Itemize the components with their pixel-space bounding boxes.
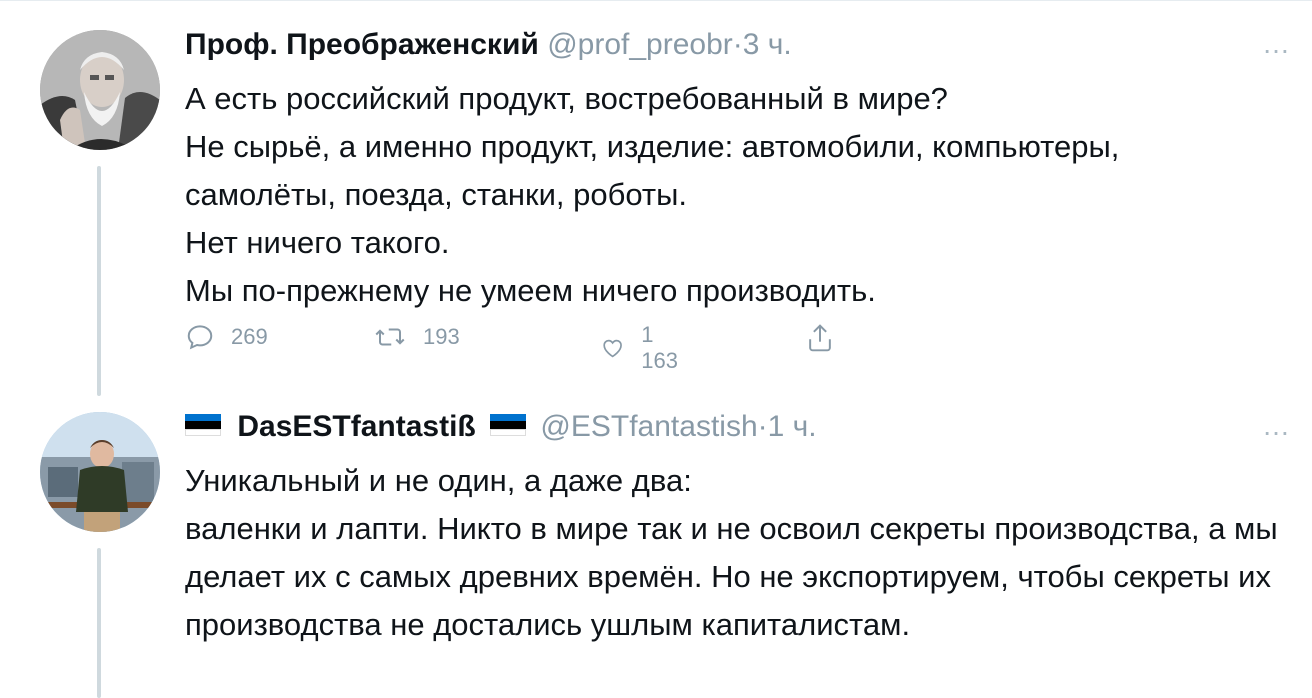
reply-button[interactable]: 269 (185, 322, 268, 352)
tweet-text: А есть российский продукт, востребованны… (185, 75, 1265, 315)
reply-count: 269 (231, 324, 268, 349)
estonian-flag-icon (490, 414, 527, 437)
thread-connector (97, 166, 101, 396)
timestamp[interactable]: 3 ч. (743, 28, 792, 61)
tweet-line: Нет ничего такого. (185, 225, 450, 260)
estonian-flag-icon (185, 414, 221, 437)
more-options-icon[interactable]: … (1262, 30, 1291, 58)
timestamp[interactable]: 1 ч. (768, 410, 817, 443)
like-count: 1 163 (641, 322, 678, 373)
retweet-count: 193 (423, 324, 460, 349)
separator: · (732, 28, 743, 61)
top-divider (0, 0, 1312, 1)
share-button[interactable] (805, 322, 851, 354)
author-name[interactable]: Проф. Преображенский (185, 28, 539, 61)
tweet-header: Проф. Преображенский @prof_preobr·3 ч. (185, 27, 792, 63)
tweet-header: DasESTfantastiß @ESTfantastish·1 ч. (185, 409, 817, 445)
tweet-line: валенки и лапти. Никто в мире так и не о… (185, 511, 1278, 642)
tweet-text: Уникальный и не один, а даже два: валенк… (185, 457, 1295, 649)
tweet-line: Уникальный и не один, а даже два: (185, 463, 692, 498)
retweet-icon (375, 328, 405, 346)
tweet-line: Мы по-прежнему не умеем ничего производи… (185, 273, 876, 308)
author-handle[interactable]: @prof_preobr (547, 28, 733, 61)
tweet-line: Не сырьё, а именно продукт, изделие: авт… (185, 129, 1120, 212)
like-button[interactable]: 1 163 (600, 322, 685, 374)
author-name[interactable]: DasESTfantastiß (237, 410, 475, 443)
share-icon (809, 324, 831, 352)
tweet-line: А есть российский продукт, востребованны… (185, 81, 948, 116)
thread-connector (97, 548, 101, 698)
avatar[interactable] (40, 412, 160, 532)
reply-icon (187, 325, 213, 350)
author-handle[interactable]: @ESTfantastish (540, 410, 757, 443)
retweet-button[interactable]: 193 (373, 322, 460, 352)
like-icon (603, 339, 622, 358)
more-options-icon[interactable]: … (1262, 412, 1291, 440)
avatar[interactable] (40, 30, 160, 150)
separator: · (757, 410, 768, 443)
